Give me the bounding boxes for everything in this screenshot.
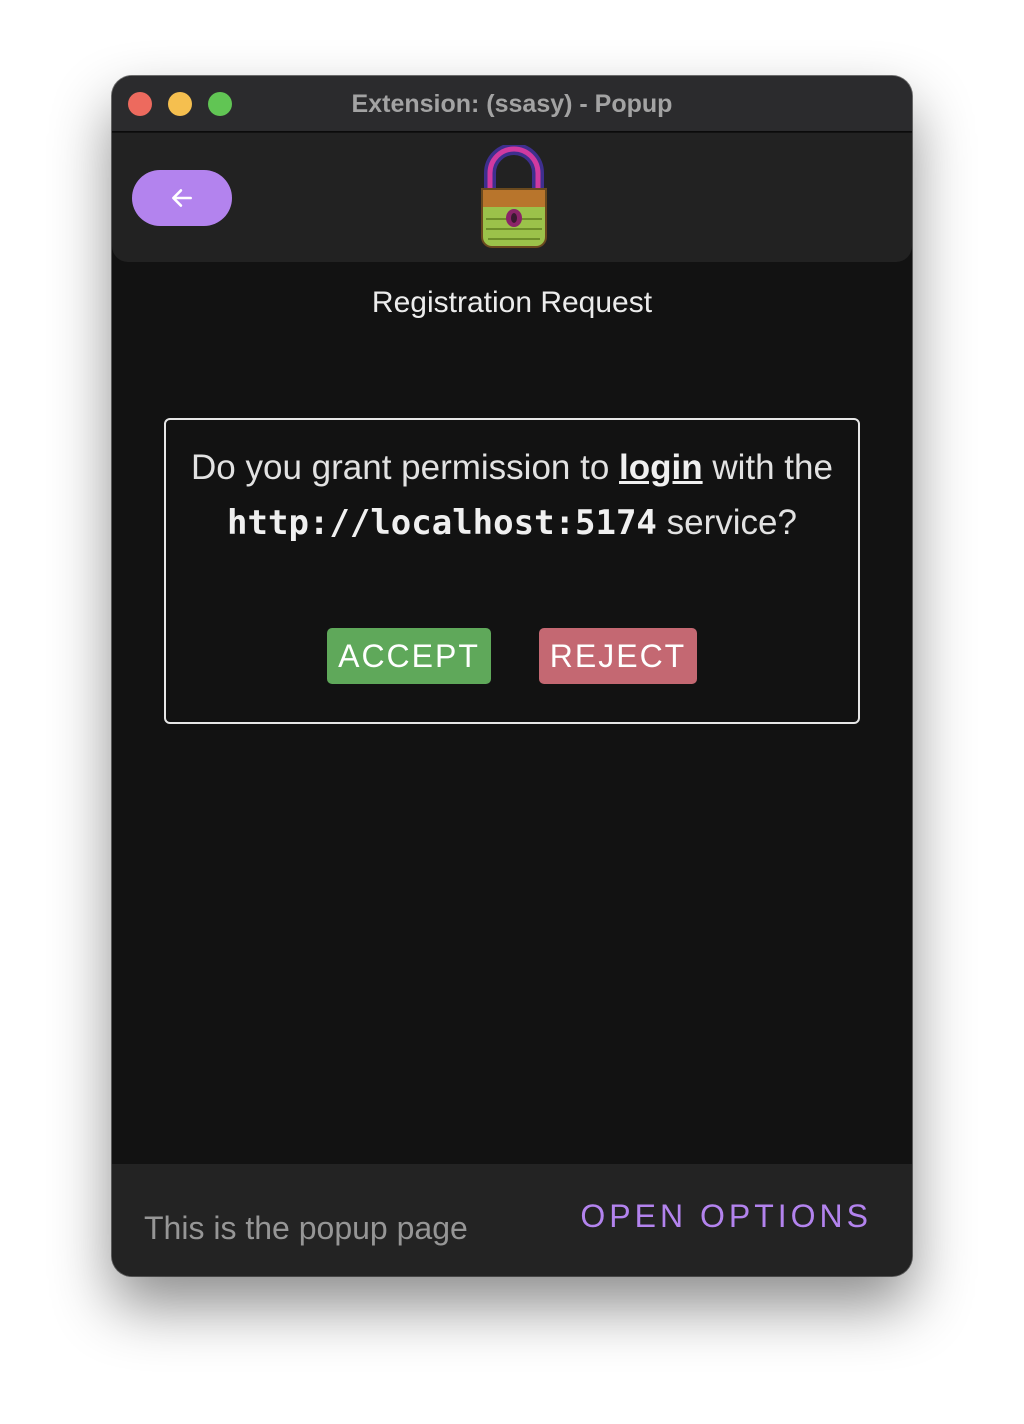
padlock-logo-icon	[481, 145, 547, 248]
question-text-middle: with the	[702, 448, 833, 487]
title-bar: Extension: (ssasy) - Popup	[112, 76, 912, 132]
accept-button[interactable]: ACCEPT	[327, 628, 491, 684]
action-link[interactable]: login	[619, 448, 703, 487]
question-text-before: Do you grant permission to	[191, 448, 620, 487]
app-header	[112, 133, 912, 262]
arrow-left-icon	[172, 189, 192, 207]
page-title: Registration Request	[371, 286, 653, 319]
question-text-after: service?	[656, 503, 797, 542]
footer-text: This is the popup page	[144, 1210, 468, 1246]
service-url: http://localhost:5174	[227, 503, 657, 543]
open-options-button[interactable]: OPEN OPTIONS	[580, 1198, 872, 1235]
footer: This is the popup page OPEN OPTIONS	[112, 1164, 912, 1276]
popup-window: Extension: (ssasy) - Popup Registration …	[112, 76, 912, 1276]
back-button[interactable]	[132, 170, 232, 226]
reject-button[interactable]: REJECT	[539, 628, 697, 684]
permission-question: Do you grant permission to login with th…	[186, 440, 838, 551]
window-title: Extension: (ssasy) - Popup	[351, 90, 673, 118]
permission-card: Do you grant permission to login with th…	[164, 418, 860, 724]
